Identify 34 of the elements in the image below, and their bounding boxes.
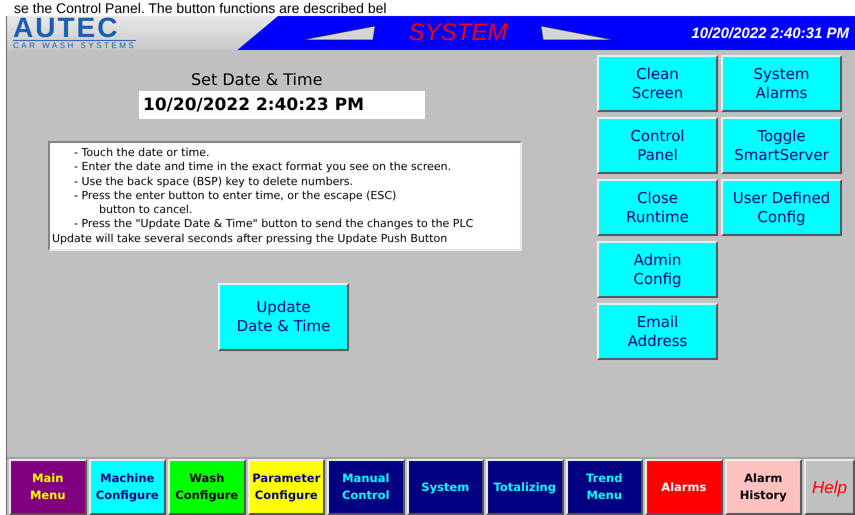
date-time-field[interactable]: 10/20/2022 2:40:23 PM — [139, 91, 425, 119]
set-date-label: Set Date & Time — [191, 70, 322, 89]
nav-tab[interactable]: Wash Configure — [168, 459, 246, 515]
nav-tab[interactable]: System — [406, 459, 484, 515]
instruction-text: - Press the "Update Date & Time" button to send the changes to the PLC — [73, 217, 474, 232]
instruction-text: - Use the back space (BSP) key to delete numbers. — [73, 174, 354, 189]
nav-tab[interactable]: Manual Control — [327, 459, 404, 515]
nav-tab[interactable]: Machine Configure — [88, 459, 166, 515]
nav-tab[interactable]: Totalizing — [486, 459, 564, 515]
instruction-text: - Enter the date and time in the exact format you see on the screen. — [73, 160, 452, 175]
triangle-icon — [302, 24, 376, 42]
logo: AUTEC CAR WASH SYSTEMS — [7, 16, 278, 50]
function-button[interactable]: Control Panel — [597, 117, 718, 174]
function-button[interactable]: User Defined Config — [721, 179, 842, 236]
function-button[interactable]: Toggle SmartServer — [721, 117, 842, 174]
nav-tab[interactable]: Main Menu — [9, 459, 86, 515]
date-time: 10/20/2022 2:40:31 PM — [691, 24, 849, 42]
update-date-time-button[interactable]: Update Date & Time — [218, 283, 349, 352]
document-text: se the Control Panel. The button functions are described bel — [13, 0, 388, 16]
instruction-text: button to cancel. — [98, 203, 194, 218]
triangle-icon — [540, 24, 614, 42]
function-button[interactable]: Email Address — [597, 303, 718, 360]
instruction-text: - Touch the date or time. — [73, 146, 210, 160]
function-button[interactable]: Admin Config — [597, 241, 718, 298]
nav-tab[interactable]: Parameter Configure — [248, 459, 325, 515]
instruction-text: Update will take several seconds after pressing the Update Push Button — [52, 232, 448, 246]
instruction-text: - Press the enter button to enter time, or the escape (ESC) — [73, 188, 398, 204]
nav-tab[interactable]: Alarms — [645, 459, 722, 515]
function-button[interactable]: System Alarms — [721, 55, 842, 112]
nav-tab[interactable]: Trend Menu — [566, 459, 643, 515]
function-button[interactable]: Close Runtime — [597, 179, 718, 236]
nav-tab[interactable]: Alarm History — [724, 459, 802, 515]
function-button[interactable]: Clean Screen — [597, 55, 718, 112]
screen-title: SYSTEM — [408, 19, 508, 47]
